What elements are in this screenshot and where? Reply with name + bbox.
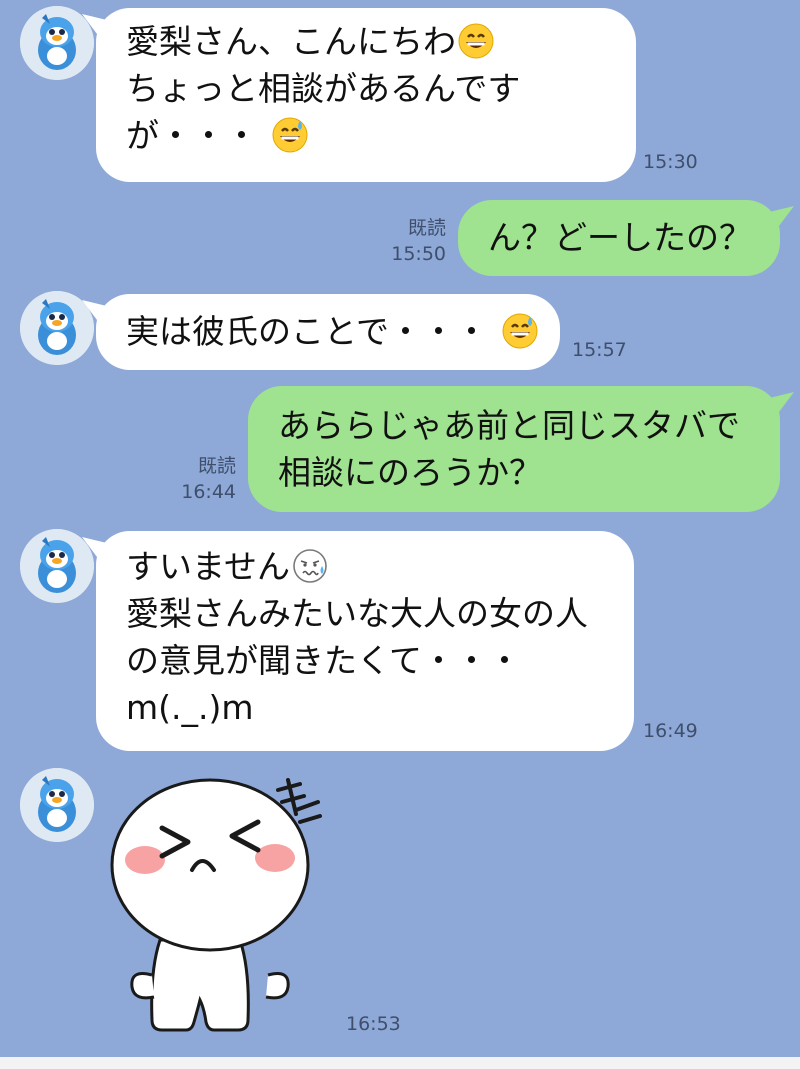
message-bubble-outgoing[interactable]: あららじゃあ前と同じスタバで 相談にのろうか？ xyxy=(248,386,780,512)
penguin-avatar-icon xyxy=(20,6,94,80)
message-text-line: 愛梨さんみたいな大人の女の人 xyxy=(126,594,588,633)
message-text-line: 愛梨さん、こんにちわ xyxy=(126,18,606,65)
sender-avatar[interactable] xyxy=(20,291,94,365)
message-time: 15:30 xyxy=(643,151,698,173)
sender-avatar[interactable] xyxy=(20,768,94,842)
grinning-emoji-icon xyxy=(458,23,494,59)
message-time: 16:44 xyxy=(181,481,236,503)
message-text-line: の意見が聞きたくて・・・ xyxy=(126,641,522,680)
message-bubble-incoming[interactable]: 愛梨さん、こんにちわ ちょっと相談があるんです が・・・ xyxy=(96,8,636,182)
laughing-face-sticker xyxy=(110,778,322,1032)
message-text-line: ちょっと相談があるんです xyxy=(126,69,521,108)
input-bar-edge xyxy=(0,1057,800,1069)
penguin-avatar-icon xyxy=(20,291,94,365)
message-text-line: 実は彼氏のことで・・・ xyxy=(126,308,538,355)
read-receipt: 既読 xyxy=(407,217,446,239)
message-text-line: ん？どーしたの？ xyxy=(488,218,752,257)
message-time: 16:53 xyxy=(346,1013,401,1035)
message-bubble-outgoing[interactable]: ん？どーしたの？ xyxy=(458,200,780,276)
message-text-line: 相談にのろうか？ xyxy=(278,453,542,492)
message-text-line: が・・・ xyxy=(126,112,606,159)
message-time: 15:50 xyxy=(391,243,446,265)
read-receipt: 既読 xyxy=(197,455,236,477)
message-bubble-incoming[interactable]: 実は彼氏のことで・・・ xyxy=(96,294,560,370)
anxious-emoji-icon xyxy=(292,548,328,584)
sender-avatar[interactable] xyxy=(20,529,94,603)
sweat-smile-emoji-icon xyxy=(272,117,308,153)
message-text-line: あららじゃあ前と同じスタバで xyxy=(278,406,740,445)
sticker-message[interactable] xyxy=(100,770,330,1035)
chat-timeline[interactable]: 愛梨さん、こんにちわ ちょっと相談があるんです が・・・ 15:30 既読 15… xyxy=(0,0,800,1069)
message-time: 15:57 xyxy=(572,339,627,361)
sweat-smile-emoji-icon xyxy=(502,313,538,349)
sender-avatar[interactable] xyxy=(20,6,94,80)
message-text-line: m(._.)m xyxy=(126,688,254,727)
message-bubble-incoming[interactable]: すいません 愛梨さんみたいな大人の女の人 の意見が聞きたくて・・・ m(._.)… xyxy=(96,531,634,751)
message-time: 16:49 xyxy=(643,720,698,742)
penguin-avatar-icon xyxy=(20,529,94,603)
message-text-line: すいません xyxy=(126,543,604,590)
penguin-avatar-icon xyxy=(20,768,94,842)
